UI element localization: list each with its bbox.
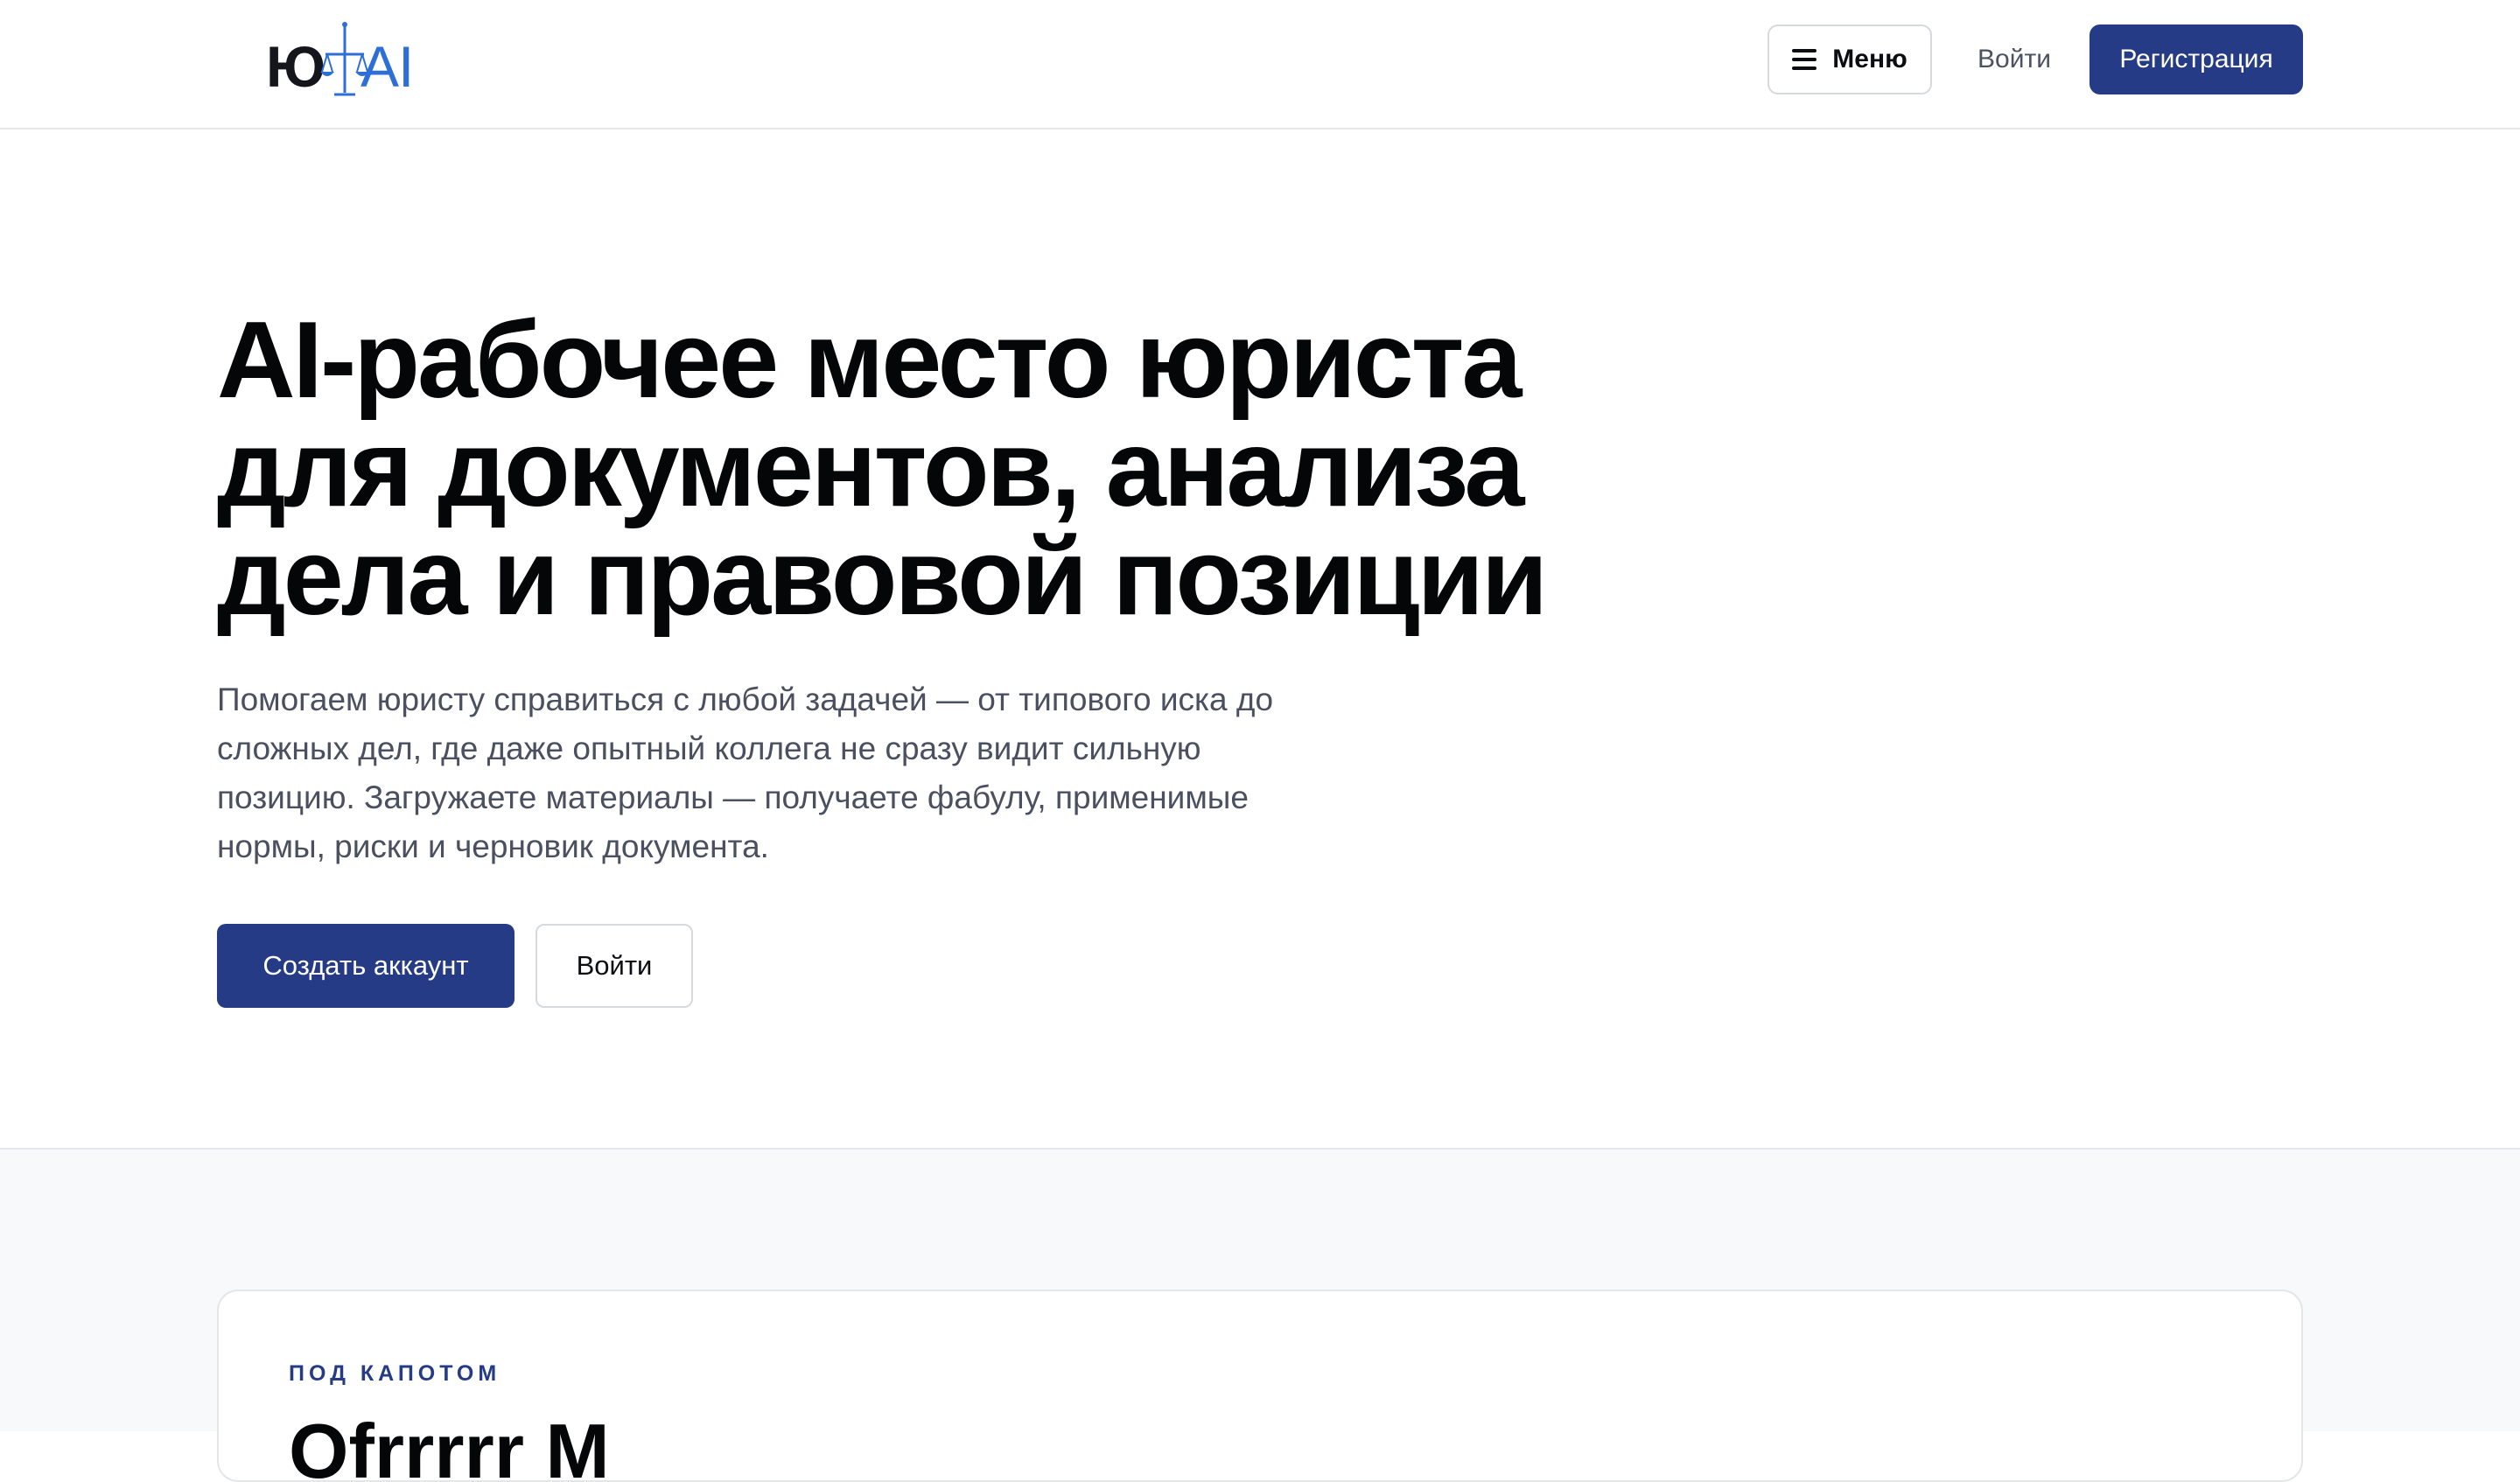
logo-text-cyrillic: Ю (266, 34, 326, 99)
hero-section: AI-рабочее место юриста для документов, … (0, 131, 2520, 1148)
header-login-link[interactable]: Войти (1942, 24, 2086, 94)
header-register-button[interactable]: Регистрация (2090, 24, 2303, 94)
logo-text-ai: AI (360, 34, 414, 99)
menu-label: Меню (1832, 45, 1908, 73)
top-navigation-bar: Ю AI Меню Войти Регистрация (0, 0, 2520, 129)
create-account-button[interactable]: Создать аккаунт (217, 924, 514, 1008)
hero-title-line: AI-рабочее место юриста (217, 300, 1522, 421)
section-heading: Ofrrrrr M (289, 1408, 610, 1482)
hero-title: AI-рабочее место юриста для документов, … (217, 306, 1634, 632)
hero-subtitle: Помогаем юристу справиться с любой задач… (217, 675, 1372, 871)
section-eyebrow: ПОД КАПОТОМ (289, 1361, 501, 1386)
hero-subtitle-line: Помогаем юристу справиться с любой задач… (217, 682, 1274, 717)
hero-subtitle-line: сложных дел, где даже опытный коллега не… (217, 731, 1201, 766)
hero-login-button[interactable]: Войти (536, 924, 693, 1008)
features-section: ПОД КАПОТОМ Ofrrrrr M (0, 1148, 2520, 1482)
menu-button[interactable]: Меню (1768, 24, 1932, 94)
hero-title-line: для документов, анализа (217, 409, 1524, 529)
hamburger-icon (1792, 49, 1817, 70)
brand-logo[interactable]: Ю AI (266, 17, 424, 101)
hero-subtitle-line: позицию. Загружаете материалы — получает… (217, 779, 1249, 815)
under-the-hood-card: ПОД КАПОТОМ Ofrrrrr M (217, 1290, 2303, 1482)
hero-subtitle-line: нормы, риски и черновик документа. (217, 828, 769, 864)
hero-title-line: дела и правовой позиции (217, 517, 1548, 638)
